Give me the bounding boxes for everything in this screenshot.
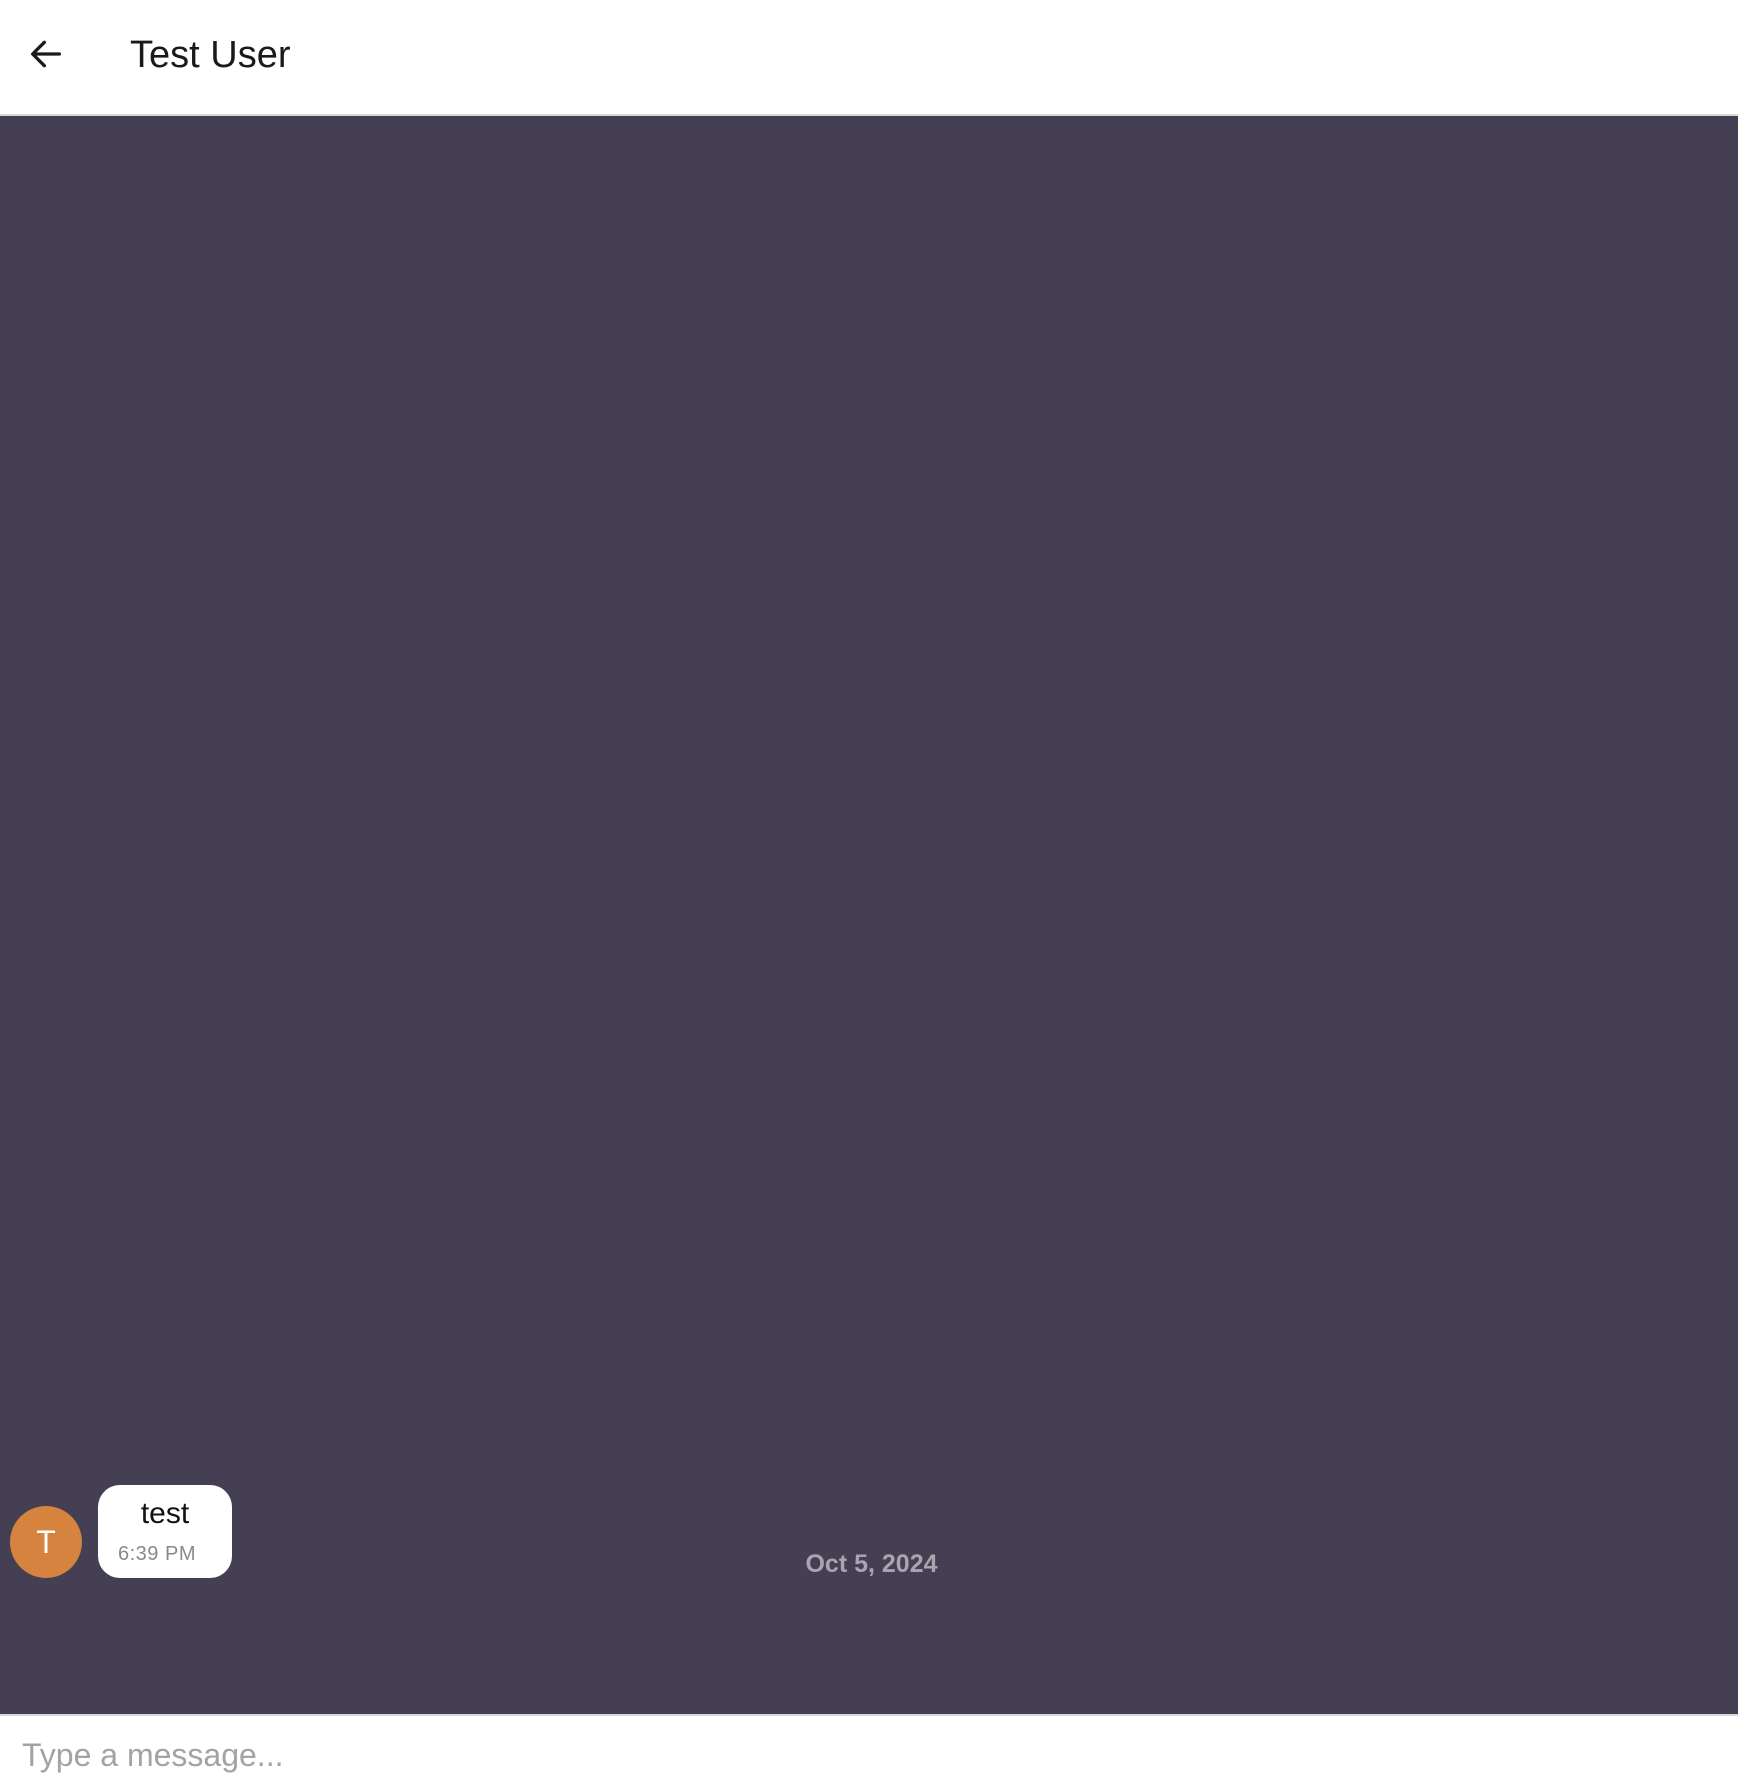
page-title: Test User [130,34,291,76]
chat-header: Test User [0,0,1738,116]
back-button[interactable] [22,30,70,78]
message-text: test [140,1497,190,1530]
message-composer [0,1714,1738,1792]
arrow-left-icon [30,40,61,68]
message-timestamp: 6:39 PM [118,1543,196,1565]
date-separator: Oct 5, 2024 [805,1550,938,1578]
message-list[interactable]: Oct 5, 2024 [0,116,1738,1714]
avatar[interactable]: T [10,1506,82,1578]
message-input[interactable] [22,1730,1712,1780]
message-bubble[interactable]: test 6:39 PM [98,1485,232,1578]
